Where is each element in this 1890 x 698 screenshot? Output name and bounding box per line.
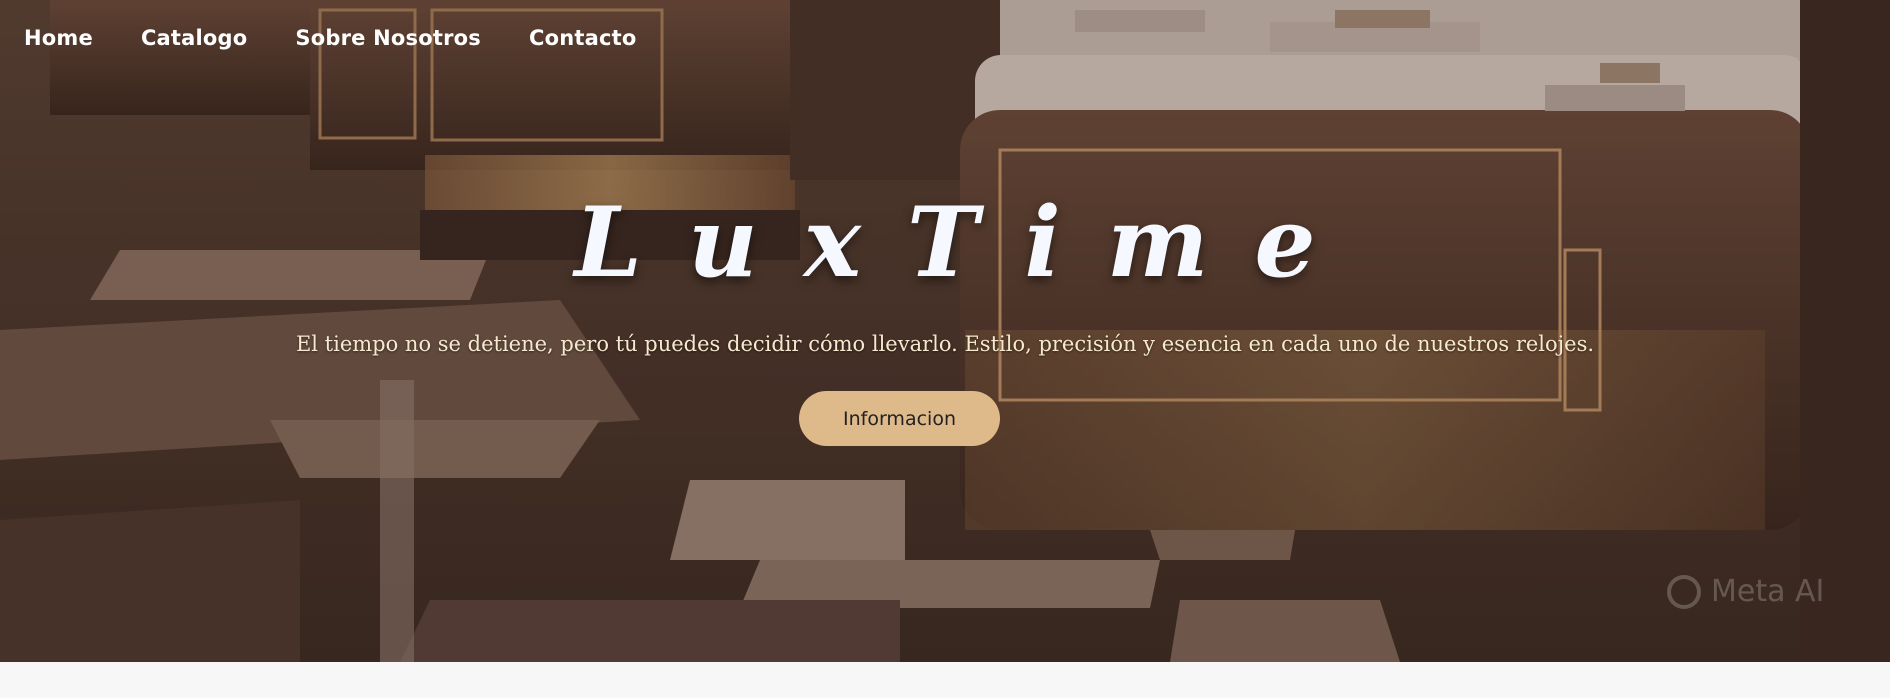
nav-contacto[interactable]: Contacto xyxy=(529,26,637,50)
meta-ai-logo-icon xyxy=(1667,574,1701,609)
meta-ai-watermark: Meta AI xyxy=(1667,574,1824,609)
page-bottom-strip xyxy=(0,662,1890,698)
main-nav: Home Catalogo Sobre Nosotros Contacto xyxy=(24,26,636,50)
hero-overlay xyxy=(0,0,1890,662)
hero-subtitle: El tiempo no se detiene, pero tú puedes … xyxy=(295,332,1595,356)
watermark-text: Meta AI xyxy=(1711,574,1825,609)
nav-catalogo[interactable]: Catalogo xyxy=(141,26,247,50)
hero-section: Home Catalogo Sobre Nosotros Contacto Lu… xyxy=(0,0,1890,662)
nav-sobre-nosotros[interactable]: Sobre Nosotros xyxy=(295,26,481,50)
hero-title: LuxTime xyxy=(574,186,1362,299)
nav-home[interactable]: Home xyxy=(24,26,93,50)
informacion-button[interactable]: Informacion xyxy=(799,391,1000,446)
